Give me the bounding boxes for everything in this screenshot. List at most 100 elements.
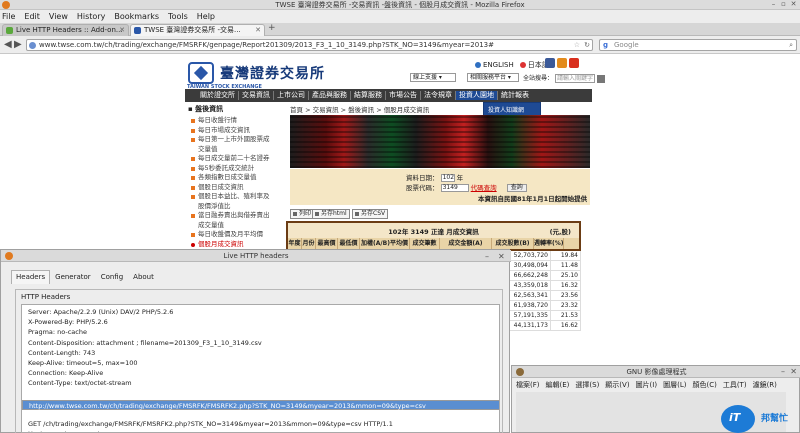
save-html-button[interactable]: 另存html bbox=[312, 209, 350, 219]
nav-item[interactable]: 關於證交所 bbox=[197, 91, 239, 100]
lhh-header-line[interactable]: Connection: Keep-Alive bbox=[28, 369, 103, 377]
online-support-select[interactable]: 線上支援 ▾ bbox=[410, 73, 456, 82]
stock-code-input[interactable]: 3149 bbox=[440, 184, 469, 192]
watermark-text-2: 邦幫忙 bbox=[761, 414, 789, 424]
sidebar-item: 交量值 bbox=[198, 144, 218, 153]
table-header-cell: 最低價 bbox=[338, 238, 360, 249]
table-row: 52,703,720 19.84 bbox=[507, 251, 581, 261]
rss-icon[interactable] bbox=[557, 58, 567, 68]
nav-item[interactable]: 投資人園地 bbox=[456, 91, 498, 100]
nav-item[interactable]: 交易資訊 bbox=[239, 91, 274, 100]
code-lookup-link[interactable]: 代碼查詢 bbox=[471, 184, 497, 192]
lhh-header-line[interactable]: Content-Length: 743 bbox=[28, 349, 95, 357]
gimp-menu-item[interactable]: 濾鏡(R) bbox=[753, 380, 777, 390]
gimp-close-icon[interactable]: ✕ bbox=[790, 366, 797, 378]
tab-label: TWSE 臺灣證券交易所 -交易... bbox=[144, 26, 241, 34]
plurk-icon[interactable] bbox=[569, 58, 579, 68]
service-platform-select[interactable]: 相關服務平台 ▾ bbox=[467, 73, 519, 82]
nav-item[interactable]: 結算服務 bbox=[351, 91, 386, 100]
gimp-menu-item[interactable]: 圖層(L) bbox=[663, 380, 686, 390]
sidebar-item[interactable]: 當日融券賣出與借券賣出 bbox=[188, 211, 284, 221]
sidebar-item[interactable]: 每日收盤價及月平均價 bbox=[188, 230, 284, 240]
sidebar-item[interactable]: 各類指數日成交量值 bbox=[188, 173, 284, 183]
minimize-icon[interactable]: – bbox=[770, 1, 777, 8]
sidebar-item[interactable]: 個股日本益比、殖利率及 bbox=[188, 192, 284, 202]
query-button[interactable]: 查詢 bbox=[506, 184, 527, 192]
menu-history[interactable]: History bbox=[77, 12, 105, 21]
twse-logo[interactable] bbox=[188, 62, 214, 84]
lhh-header-line[interactable]: Pragma: no-cache bbox=[28, 328, 87, 336]
lhh-header-line[interactable]: Content-Type: text/octet-stream bbox=[28, 379, 132, 387]
lhh-minimize-icon[interactable]: – bbox=[485, 251, 489, 263]
site-identity-icon[interactable] bbox=[29, 42, 36, 49]
close-icon[interactable]: ✕ bbox=[790, 1, 797, 8]
lhh-headers-text[interactable]: Server: Apache/2.2.9 (Unix) DAV/2 PHP/5.… bbox=[21, 304, 500, 433]
date-label: 資料日期： bbox=[406, 174, 439, 182]
lang-english-link[interactable]: ENGLISH bbox=[475, 61, 514, 69]
menu-tools[interactable]: Tools bbox=[168, 12, 188, 21]
sidebar-item[interactable]: 每5秒委託成交統計 bbox=[188, 164, 284, 174]
sidebar: ▪ 盤後資訊 每日收盤行情 每日市場成交資訊 每日第一上市外國股票成 交量值 每日成交量… bbox=[188, 104, 284, 268]
maximize-icon[interactable]: ▫ bbox=[780, 1, 787, 8]
nav-item[interactable]: 上市公司 bbox=[274, 91, 309, 100]
table-cell: 23.56 bbox=[551, 291, 581, 300]
lhh-selected-request-line[interactable]: http://www.twse.com.tw/ch/trading/exchan… bbox=[22, 399, 499, 410]
nav-item[interactable]: 統計報表 bbox=[498, 91, 532, 100]
lhh-tab-config[interactable]: Config bbox=[96, 270, 128, 284]
sidebar-item[interactable]: 每日成交量前二十名證券 bbox=[188, 154, 284, 164]
site-search-input[interactable]: 請輸入關鍵字 bbox=[554, 74, 595, 83]
nav-item[interactable]: 市場公告 bbox=[386, 91, 421, 100]
bookmark-star-icon[interactable]: ☆ bbox=[574, 40, 580, 50]
lhh-header-line[interactable]: X-Powered-By: PHP/5.2.6 bbox=[28, 318, 108, 326]
table-cell: 61,938,720 bbox=[507, 301, 551, 310]
save-csv-button[interactable]: 另存CSV bbox=[352, 209, 389, 219]
lhh-tab-generator[interactable]: Generator bbox=[50, 270, 96, 284]
nav-item[interactable]: 產品與服務 bbox=[309, 91, 351, 100]
gimp-menu-item[interactable]: 選擇(S) bbox=[575, 380, 599, 390]
lhh-header-line[interactable]: Server: Apache/2.2.9 (Unix) DAV/2 PHP/5.… bbox=[28, 308, 173, 316]
site-search-icon[interactable] bbox=[596, 74, 605, 83]
sidebar-item[interactable]: 每日收盤行情 bbox=[188, 116, 284, 126]
search-bar[interactable]: g Google ⌕ bbox=[599, 39, 797, 51]
lhh-close-icon[interactable]: ✕ bbox=[498, 251, 505, 263]
lhh-header-line[interactable]: Keep-Alive: timeout=5, max=100 bbox=[28, 359, 137, 367]
monthly-trading-table: 102年 3149 正達 月成交資訊 (元,股) 年度 月份 最高價 最低價 加權(A/… bbox=[286, 221, 581, 251]
sidebar-item[interactable]: 每日第一上市外國股票成 bbox=[188, 135, 284, 145]
sidebar-item[interactable]: 個股日成交資訊 bbox=[188, 183, 284, 193]
gimp-menu-item[interactable]: 檔案(F) bbox=[516, 380, 540, 390]
tab-twse[interactable]: TWSE 臺灣證券交易所 -交易... ✕ bbox=[130, 24, 265, 36]
tab-close-icon[interactable]: ✕ bbox=[119, 25, 125, 36]
forward-icon[interactable]: ▶ bbox=[14, 40, 22, 50]
menu-file[interactable]: File bbox=[2, 12, 15, 21]
lhh-tab-headers[interactable]: Headers bbox=[11, 270, 51, 284]
tab-close-icon[interactable]: ✕ bbox=[255, 25, 261, 36]
gimp-minimize-icon[interactable]: – bbox=[781, 366, 785, 378]
lhh-header-line[interactable]: Content-Disposition: attachment ; filena… bbox=[28, 339, 262, 347]
tab-live-http-headers[interactable]: Live HTTP Headers :: Add-on... ✕ bbox=[2, 24, 129, 36]
table-cell: 43,359,018 bbox=[507, 281, 551, 290]
table-cell: 19.84 bbox=[551, 251, 581, 260]
print-button[interactable]: 列印 bbox=[290, 209, 315, 219]
gimp-menu-item[interactable]: 編輯(E) bbox=[546, 380, 570, 390]
year-select[interactable]: 102 bbox=[440, 174, 455, 182]
lhh-tab-about[interactable]: About bbox=[128, 270, 159, 284]
url-bar[interactable]: www.twse.com.tw/ch/trading/exchange/FMSR… bbox=[26, 39, 593, 51]
gimp-menu-item[interactable]: 顏色(C) bbox=[692, 380, 716, 390]
new-tab-icon[interactable]: + bbox=[268, 23, 276, 33]
gimp-menu-item[interactable]: 工具(T) bbox=[723, 380, 747, 390]
menu-help[interactable]: Help bbox=[197, 12, 215, 21]
search-icon[interactable]: ⌕ bbox=[789, 40, 793, 50]
table-cell: 25.10 bbox=[551, 271, 581, 280]
facebook-icon[interactable] bbox=[545, 58, 555, 68]
menu-edit[interactable]: Edit bbox=[24, 12, 40, 21]
nav-item[interactable]: 法令規章 bbox=[421, 91, 456, 100]
menu-bookmarks[interactable]: Bookmarks bbox=[114, 12, 159, 21]
gimp-menu-item[interactable]: 圖片(I) bbox=[636, 380, 658, 390]
reload-icon[interactable]: ↻ bbox=[584, 40, 590, 50]
sidebar-item[interactable]: 每日市場成交資訊 bbox=[188, 126, 284, 136]
lhh-header-line[interactable]: GET /ch/trading/exchange/FMSRFK/FMSRFK2.… bbox=[28, 420, 393, 428]
sidebar-item[interactable]: 個股月成交資訊 bbox=[188, 240, 284, 250]
menu-view[interactable]: View bbox=[49, 12, 68, 21]
back-icon[interactable]: ◀ bbox=[4, 40, 12, 50]
gimp-menu-item[interactable]: 顯示(V) bbox=[605, 380, 629, 390]
